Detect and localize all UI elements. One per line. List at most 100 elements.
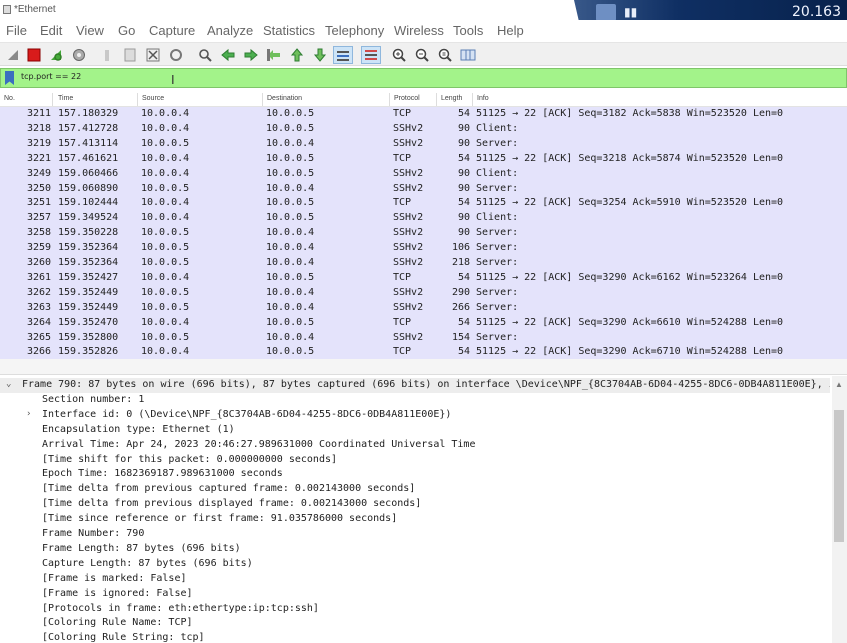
expanded-arrow-icon[interactable]: ⌄ [6, 379, 11, 389]
packet-details-pane[interactable]: ⌄ Frame 790: 87 bytes on wire (696 bits),… [0, 376, 830, 643]
auto-scroll-icon[interactable] [333, 46, 353, 64]
packet-length: 54 [457, 271, 470, 283]
pane-splitter[interactable] [0, 359, 847, 375]
detail-row[interactable]: [Protocols in frame: eth:ethertype:ip:tc… [0, 602, 830, 617]
go-forward-icon[interactable] [242, 46, 260, 64]
packet-row[interactable]: 3263 159.352449 10.0.0.5 10.0.0.4 SSHv2 266 Se… [0, 300, 847, 316]
packet-protocol: SSHv2 [393, 331, 424, 343]
stop-capture-icon[interactable] [25, 46, 43, 64]
resize-columns-icon[interactable] [459, 46, 477, 64]
menu-statistics[interactable]: Statistics [263, 23, 315, 38]
packet-row[interactable]: 3264 159.352470 10.0.0.4 10.0.0.5 TCP 54 51125… [0, 315, 847, 331]
detail-row[interactable]: Arrival Time: Apr 24, 2023 20:46:27.9896… [0, 438, 830, 453]
close-file-icon[interactable] [144, 46, 162, 64]
go-first-icon[interactable] [288, 46, 306, 64]
packet-row[interactable]: 3260 159.352364 10.0.0.5 10.0.0.4 SSHv2 218 Se… [0, 256, 847, 271]
detail-row[interactable]: Frame Length: 87 bytes (696 bits) [0, 542, 830, 557]
detail-row[interactable]: [Coloring Rule String: tcp] [0, 631, 830, 643]
detail-row[interactable]: [Time shift for this packet: 0.000000000… [0, 453, 830, 468]
detail-row[interactable]: [Time delta from previous captured frame… [0, 482, 830, 497]
scroll-up-icon[interactable]: ▲ [835, 380, 843, 389]
column-header-time[interactable]: Time [58, 95, 73, 102]
packet-destination: 10.0.0.5 [266, 346, 315, 358]
detail-text: Encapsulation type: Ethernet (1) [42, 423, 235, 435]
menu-edit[interactable]: Edit [40, 23, 62, 38]
menu-analyze[interactable]: Analyze [207, 23, 253, 38]
column-header-destination[interactable]: Destination [267, 95, 302, 102]
go-last-icon[interactable] [311, 46, 329, 64]
find-packet-icon[interactable] [196, 46, 214, 64]
reload-file-icon[interactable] [167, 46, 185, 64]
zoom-out-icon[interactable] [413, 46, 431, 64]
packet-source: 10.0.0.5 [141, 182, 190, 194]
pin-icon[interactable] [596, 4, 616, 21]
column-header-source[interactable]: Source [142, 95, 164, 102]
menu-tools[interactable]: Tools [453, 23, 483, 38]
scrollbar-thumb[interactable] [834, 410, 844, 542]
detail-row[interactable]: [Frame is marked: False] [0, 572, 830, 587]
collapsed-arrow-icon[interactable]: › [26, 409, 31, 419]
detail-row[interactable]: Section number: 1 [0, 393, 830, 408]
packet-destination: 10.0.0.5 [266, 316, 315, 328]
detail-row[interactable]: Frame Number: 790 [0, 527, 830, 542]
menu-go[interactable]: Go [118, 23, 135, 38]
packet-protocol: TCP [393, 197, 412, 209]
detail-text: [Frame is ignored: False] [42, 587, 193, 599]
detail-row[interactable]: › Interface id: 0 (\Device\NPF_{8C3704AB-… [0, 408, 830, 423]
packet-info: Server: [476, 286, 519, 298]
detail-row[interactable]: Epoch Time: 1682369187.989631000 seconds [0, 467, 830, 482]
detail-row[interactable]: [Time delta from previous displayed fram… [0, 497, 830, 512]
packet-time: 159.060890 [58, 182, 119, 194]
column-header-info[interactable]: Info [477, 95, 489, 102]
detail-text: [Protocols in frame: eth:ethertype:ip:tc… [42, 602, 319, 614]
details-scrollbar[interactable]: ▲ [832, 376, 847, 643]
column-header-no[interactable]: No. [4, 95, 15, 102]
open-file-icon[interactable] [98, 46, 116, 64]
column-header-protocol[interactable]: Protocol [394, 95, 420, 102]
menu-help[interactable]: Help [497, 23, 524, 38]
display-filter-input[interactable] [21, 72, 421, 81]
shark-fin-start-icon[interactable] [4, 46, 22, 64]
detail-row[interactable]: Encapsulation type: Ethernet (1) [0, 423, 830, 438]
save-file-icon[interactable] [121, 46, 139, 64]
packet-row[interactable]: 3258 159.350228 10.0.0.5 10.0.0.4 SSHv2 90 Ser… [0, 226, 847, 242]
packet-length: 154 [451, 331, 470, 343]
go-back-icon[interactable] [219, 46, 237, 64]
detail-row[interactable]: [Coloring Rule Name: TCP] [0, 616, 830, 631]
bookmark-icon[interactable] [5, 71, 14, 85]
packet-list[interactable]: 3211 157.180329 10.0.0.4 10.0.0.5 TCP 54 51125… [0, 107, 847, 361]
restart-capture-icon[interactable] [47, 46, 65, 64]
packet-row[interactable]: 3221 157.461621 10.0.0.4 10.0.0.5 TCP 54 51125… [0, 151, 847, 167]
packet-row[interactable]: 3259 159.352364 10.0.0.5 10.0.0.4 SSHv2 106 Se… [0, 241, 847, 257]
menu-file[interactable]: File [6, 23, 27, 38]
detail-row[interactable]: [Time since reference or first frame: 91… [0, 512, 830, 527]
menu-capture[interactable]: Capture [149, 23, 195, 38]
packet-no: 3263 [27, 301, 52, 313]
packet-no: 3211 [27, 108, 52, 119]
packet-destination: 10.0.0.5 [266, 122, 315, 134]
packet-row[interactable]: 3219 157.413114 10.0.0.5 10.0.0.4 SSHv2 90 Ser… [0, 136, 847, 152]
menu-wireless[interactable]: Wireless [394, 23, 444, 38]
go-to-packet-icon[interactable] [265, 46, 283, 64]
packet-row[interactable]: 3265 159.352800 10.0.0.5 10.0.0.4 SSHv2 154 Se… [0, 330, 847, 346]
detail-row[interactable]: [Frame is ignored: False] [0, 587, 830, 602]
detail-text: [Time shift for this packet: 0.000000000… [42, 453, 338, 465]
packet-row[interactable]: 3261 159.352427 10.0.0.4 10.0.0.5 TCP 54 51125… [0, 270, 847, 286]
packet-row[interactable]: 3249 159.060466 10.0.0.4 10.0.0.5 SSHv2 90 Cli… [0, 166, 847, 182]
detail-row[interactable]: Capture Length: 87 bytes (696 bits) [0, 557, 830, 572]
frame-summary-row[interactable]: ⌄ Frame 790: 87 bytes on wire (696 bits),… [0, 378, 830, 393]
packet-time: 159.352800 [58, 331, 119, 343]
packet-row[interactable]: 3218 157.412728 10.0.0.4 10.0.0.5 SSHv2 90 Cli… [0, 121, 847, 137]
packet-row[interactable]: 3211 157.180329 10.0.0.4 10.0.0.5 TCP 54 51125… [0, 107, 847, 122]
colorize-icon[interactable] [361, 46, 381, 64]
menu-telephony[interactable]: Telephony [325, 23, 384, 38]
capture-options-icon[interactable] [70, 46, 88, 64]
zoom-in-icon[interactable] [390, 46, 408, 64]
zoom-normal-icon[interactable] [436, 46, 454, 64]
packet-row[interactable]: 3250 159.060890 10.0.0.5 10.0.0.4 SSHv2 90 Ser… [0, 181, 847, 197]
column-header-length[interactable]: Length [441, 95, 462, 102]
packet-row[interactable]: 3262 159.352449 10.0.0.5 10.0.0.4 SSHv2 290 Se… [0, 285, 847, 301]
packet-row[interactable]: 3257 159.349524 10.0.0.4 10.0.0.5 SSHv2 90 Cli… [0, 211, 847, 227]
menu-view[interactable]: View [76, 23, 104, 38]
packet-row[interactable]: 3251 159.102444 10.0.0.4 10.0.0.5 TCP 54 51125… [0, 196, 847, 212]
